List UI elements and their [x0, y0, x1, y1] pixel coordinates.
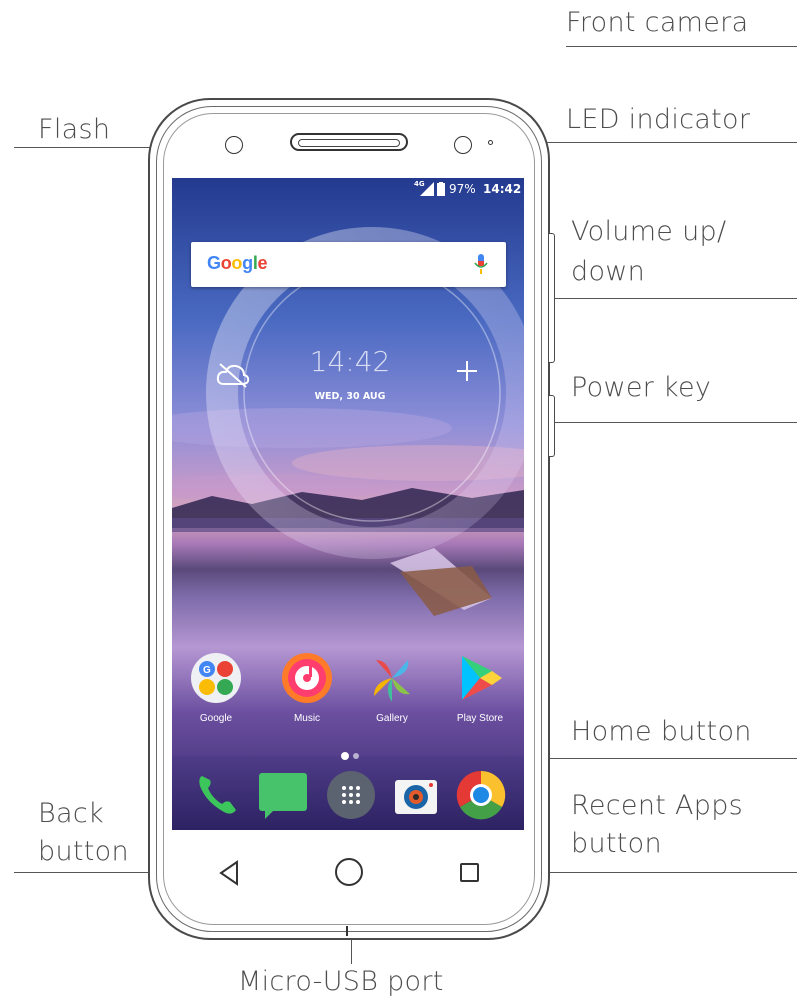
- add-icon[interactable]: [456, 360, 478, 382]
- weather-cloud-icon[interactable]: [216, 362, 250, 388]
- clock-widget-date: WED, 30 AUG: [314, 391, 386, 402]
- power-key-leader: [554, 422, 797, 423]
- signal-icon: [420, 182, 434, 196]
- recent-apps-label-line1: Recent Apps: [571, 790, 744, 821]
- svg-text:G: G: [203, 665, 211, 676]
- google-search-bar[interactable]: Google: [191, 242, 506, 287]
- battery-percent: 97%: [449, 182, 476, 196]
- volume-button[interactable]: [549, 233, 555, 363]
- app-label-gallery: Gallery: [376, 713, 408, 724]
- earpiece-speaker: [290, 133, 408, 151]
- page-indicator-active: [341, 752, 349, 760]
- google-logo: Google: [207, 253, 268, 273]
- volume-leader: [554, 298, 797, 299]
- recent-apps-label-line2: button: [571, 828, 662, 859]
- volume-label-line2: down: [571, 256, 646, 287]
- microphone-icon[interactable]: [474, 254, 488, 276]
- clock-widget-time[interactable]: 14:42: [300, 345, 400, 378]
- flash-icon: [225, 136, 243, 154]
- home-button-label: Home button: [571, 716, 752, 747]
- back-button[interactable]: [218, 860, 240, 886]
- camera-icon[interactable]: [393, 776, 439, 816]
- power-button[interactable]: [549, 395, 555, 457]
- flash-label: Flash: [38, 114, 111, 145]
- power-key-label: Power key: [571, 372, 712, 403]
- gallery-app-icon[interactable]: [366, 652, 418, 704]
- play-store-icon[interactable]: [454, 652, 506, 704]
- micro-usb-port: [346, 926, 348, 936]
- led-indicator-icon: [488, 140, 493, 145]
- google-app-icon[interactable]: G: [190, 652, 242, 704]
- app-label-google: Google: [199, 713, 233, 724]
- led-indicator-label: LED indicator: [566, 104, 751, 135]
- chrome-icon[interactable]: [456, 770, 506, 820]
- back-button-label-line1: Back: [38, 798, 104, 829]
- page-indicator-inactive: [353, 753, 359, 759]
- messages-icon[interactable]: [257, 771, 309, 819]
- phone-icon[interactable]: [194, 772, 240, 818]
- back-button-label-line2: button: [38, 836, 129, 867]
- app-drawer-icon[interactable]: [326, 770, 376, 820]
- status-time: 14:42: [483, 182, 522, 196]
- micro-usb-label: Micro-USB port: [238, 966, 444, 997]
- recent-apps-button[interactable]: [460, 863, 479, 882]
- app-label-play-store: Play Store: [456, 713, 504, 724]
- volume-label-line1: Volume up/: [571, 216, 727, 247]
- front-camera-leader: [566, 46, 797, 47]
- music-app-icon[interactable]: [281, 652, 333, 704]
- battery-icon: [437, 182, 445, 196]
- front-camera-icon: [454, 136, 472, 154]
- app-label-music: Music: [293, 713, 321, 724]
- front-camera-label: Front camera: [566, 7, 749, 38]
- home-button[interactable]: [335, 858, 363, 886]
